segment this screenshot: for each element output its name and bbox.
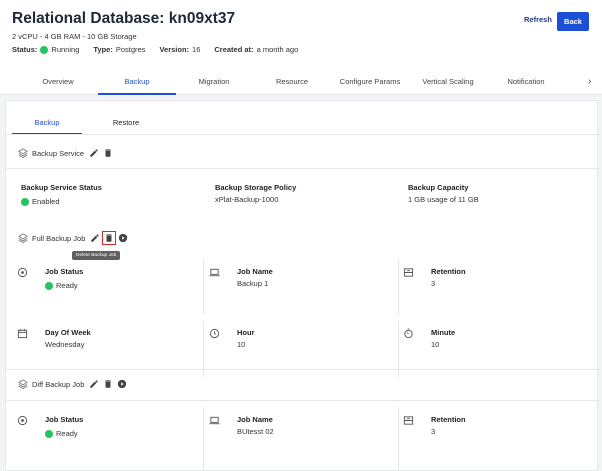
created-value: a month ago	[256, 45, 299, 54]
version-label: Version:	[159, 45, 190, 54]
clock-icon	[209, 328, 220, 339]
laptop-icon	[209, 415, 220, 426]
laptop-icon	[209, 267, 220, 278]
divider	[398, 259, 399, 315]
field-label: Job Name	[237, 415, 273, 424]
diff-backup-job-title: Diff Backup Job	[32, 379, 85, 389]
diff-backup-job-header: Diff Backup Job	[18, 379, 127, 389]
back-button[interactable]: Back	[557, 12, 589, 31]
target-icon	[17, 267, 28, 278]
full-backup-job-header: Full Backup Job	[18, 230, 128, 246]
field-value: BUtesst 02	[237, 427, 274, 436]
status-dot	[45, 429, 53, 438]
timer-icon	[403, 328, 414, 339]
layers-icon	[18, 379, 28, 389]
status-dot	[21, 197, 29, 206]
tab-configure-params[interactable]: Configure Params	[340, 77, 400, 86]
delete-icon[interactable]	[101, 230, 117, 246]
archive-icon	[403, 267, 414, 278]
resource-meta: Status: Running Type: Postgres Version: 16 …	[12, 45, 312, 54]
job-status-value: Ready	[56, 281, 78, 290]
field-value: 3	[431, 427, 436, 436]
field-value: xPlat-Backup-1000	[215, 195, 279, 204]
play-icon[interactable]	[117, 379, 127, 389]
archive-icon	[403, 415, 414, 426]
field-label: Retention	[431, 267, 466, 276]
type-value: Postgres	[115, 45, 146, 54]
divider	[6, 134, 599, 135]
field-label: Job Name	[237, 267, 273, 276]
tab-migration[interactable]: Migration	[199, 77, 230, 86]
field-value: Ready	[45, 281, 78, 290]
divider	[398, 407, 399, 471]
refresh-button[interactable]: Refresh	[524, 15, 552, 24]
field-label: Retention	[431, 415, 466, 424]
tab-bar: Overview Backup Migration Resource Confi…	[0, 73, 602, 95]
field-value: Enabled	[21, 197, 60, 206]
version-value: 16	[192, 45, 201, 54]
divider	[6, 400, 599, 401]
field-label: Backup Capacity	[408, 183, 469, 192]
divider	[203, 407, 204, 471]
field-label: Minute	[431, 328, 456, 337]
job-status-value: Ready	[56, 429, 78, 438]
backup-service-title: Backup Service	[32, 148, 85, 158]
calendar-icon	[17, 328, 28, 339]
backup-service-status-value: Enabled	[32, 197, 60, 206]
layers-icon	[18, 233, 28, 243]
divider	[6, 369, 599, 370]
tab-resource[interactable]: Resource	[276, 77, 308, 86]
active-tab-indicator	[98, 93, 176, 95]
field-label: Job Status	[45, 267, 84, 276]
created-label: Created at:	[214, 45, 254, 54]
page-title: Relational Database: kn09xt37	[12, 10, 236, 27]
status-label: Status:	[12, 45, 38, 54]
status-dot	[45, 281, 53, 290]
type-label: Type:	[93, 45, 113, 54]
tab-vertical-scaling[interactable]: Vertical Scaling	[422, 77, 473, 86]
delete-icon[interactable]	[103, 379, 113, 389]
field-label: Backup Service Status	[21, 183, 102, 192]
status-value: Running	[51, 45, 80, 54]
tab-overview[interactable]: Overview	[42, 77, 73, 86]
edit-icon[interactable]	[89, 379, 99, 389]
field-label: Backup Storage Policy	[215, 183, 297, 192]
field-value: 10	[237, 340, 246, 349]
full-backup-job-title: Full Backup Job	[32, 233, 86, 243]
edit-icon[interactable]	[90, 233, 100, 243]
field-label: Day Of Week	[45, 328, 91, 337]
running-status-dot	[40, 45, 49, 54]
field-value: Backup 1	[237, 279, 269, 288]
delete-icon[interactable]	[103, 148, 113, 158]
field-value: 3	[431, 279, 436, 288]
field-label: Job Status	[45, 415, 84, 424]
subtab-restore[interactable]: Restore	[113, 118, 139, 127]
subtab-backup[interactable]: Backup	[34, 118, 59, 127]
edit-icon[interactable]	[89, 148, 99, 158]
divider	[6, 168, 599, 169]
divider	[203, 259, 204, 315]
field-value: Wednesday	[45, 340, 85, 349]
page-header: Relational Database: kn09xt37 2 vCPU - 4…	[0, 0, 602, 95]
layers-icon	[18, 148, 28, 158]
backup-panel: Backup Restore Backup Service Backup Ser…	[5, 100, 599, 471]
chevron-right-icon[interactable]: ›	[588, 76, 591, 87]
tab-backup[interactable]: Backup	[124, 77, 149, 86]
field-value: 10	[431, 340, 440, 349]
field-value: 1 GB usage of 11 GB	[408, 195, 479, 204]
resource-specs: 2 vCPU - 4 GB RAM - 10 GB Storage	[12, 32, 137, 41]
tab-notification[interactable]: Notification	[507, 77, 544, 86]
field-value: Ready	[45, 429, 78, 438]
field-label: Hour	[237, 328, 255, 337]
backup-service-header: Backup Service	[18, 148, 113, 158]
target-icon	[17, 415, 28, 426]
play-icon[interactable]	[118, 233, 128, 243]
delete-tooltip: Delete Backup Job	[72, 251, 121, 260]
